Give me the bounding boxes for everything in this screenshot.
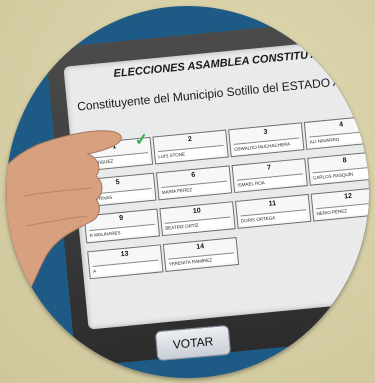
candidate-card-8[interactable]: 8 CARLOS RASQUÍN [307, 150, 369, 186]
candidate-card-4[interactable]: 4 ALI NAVARRO [303, 114, 369, 150]
candidate-name: ISMAEL ROA [236, 173, 304, 190]
candidate-name: NERIO PÉREZ [316, 201, 369, 219]
candidate-name: ALI NAVARRO [309, 130, 369, 147]
candidate-card-3[interactable]: 3 OSWALDO MUCHACHERA [228, 122, 305, 158]
candidate-name: BEATRIZ ORTÍZ [164, 216, 232, 233]
photo-frame: ELECCIONES ASAMBLEA CONSTITUYENTE 20 Con… [6, 6, 369, 378]
candidate-card-12[interactable]: 12 NERIO PÉREZ [310, 186, 369, 222]
candidate-card-10[interactable]: 10 BEATRIZ ORTÍZ [159, 201, 236, 237]
hand-icon [6, 130, 122, 327]
candidate-name: CARLOS RASQUÍN [312, 166, 369, 183]
candidate-number: 8 [342, 157, 347, 165]
candidate-number: 6 [191, 171, 196, 180]
candidate-number: 4 [338, 121, 344, 129]
checkmark-icon: ✓ [133, 131, 149, 150]
candidate-number: 2 [187, 135, 193, 144]
votar-button[interactable]: VOTAR [154, 324, 232, 362]
candidate-number: 10 [192, 207, 202, 216]
candidate-name: OSWALDO MUCHACHERA [233, 137, 301, 154]
candidate-card-14[interactable]: 14 YERENITA RAMÍREZ [162, 237, 240, 272]
candidate-name: LUIS STONE [157, 144, 225, 162]
candidate-number: 14 [196, 243, 205, 251]
candidate-number: 3 [263, 128, 268, 136]
candidate-card-7[interactable]: 7 ISMAEL ROA [231, 158, 308, 194]
candidate-card-11[interactable]: 11 DORIS ORTEGA [235, 193, 312, 229]
candidate-number: 12 [343, 192, 353, 201]
candidate-name: DORIS ORTEGA [240, 209, 308, 226]
candidate-number: 11 [268, 200, 277, 208]
candidate-name: YERENITA RAMÍREZ [168, 252, 235, 269]
candidate-number: 7 [266, 164, 272, 172]
candidate-card-2[interactable]: 2 LUIS STONE [152, 129, 229, 165]
candidate-card-6[interactable]: 6 MARÍA PÉREZ [155, 165, 233, 201]
candidate-name: MARÍA PÉREZ [161, 180, 228, 197]
